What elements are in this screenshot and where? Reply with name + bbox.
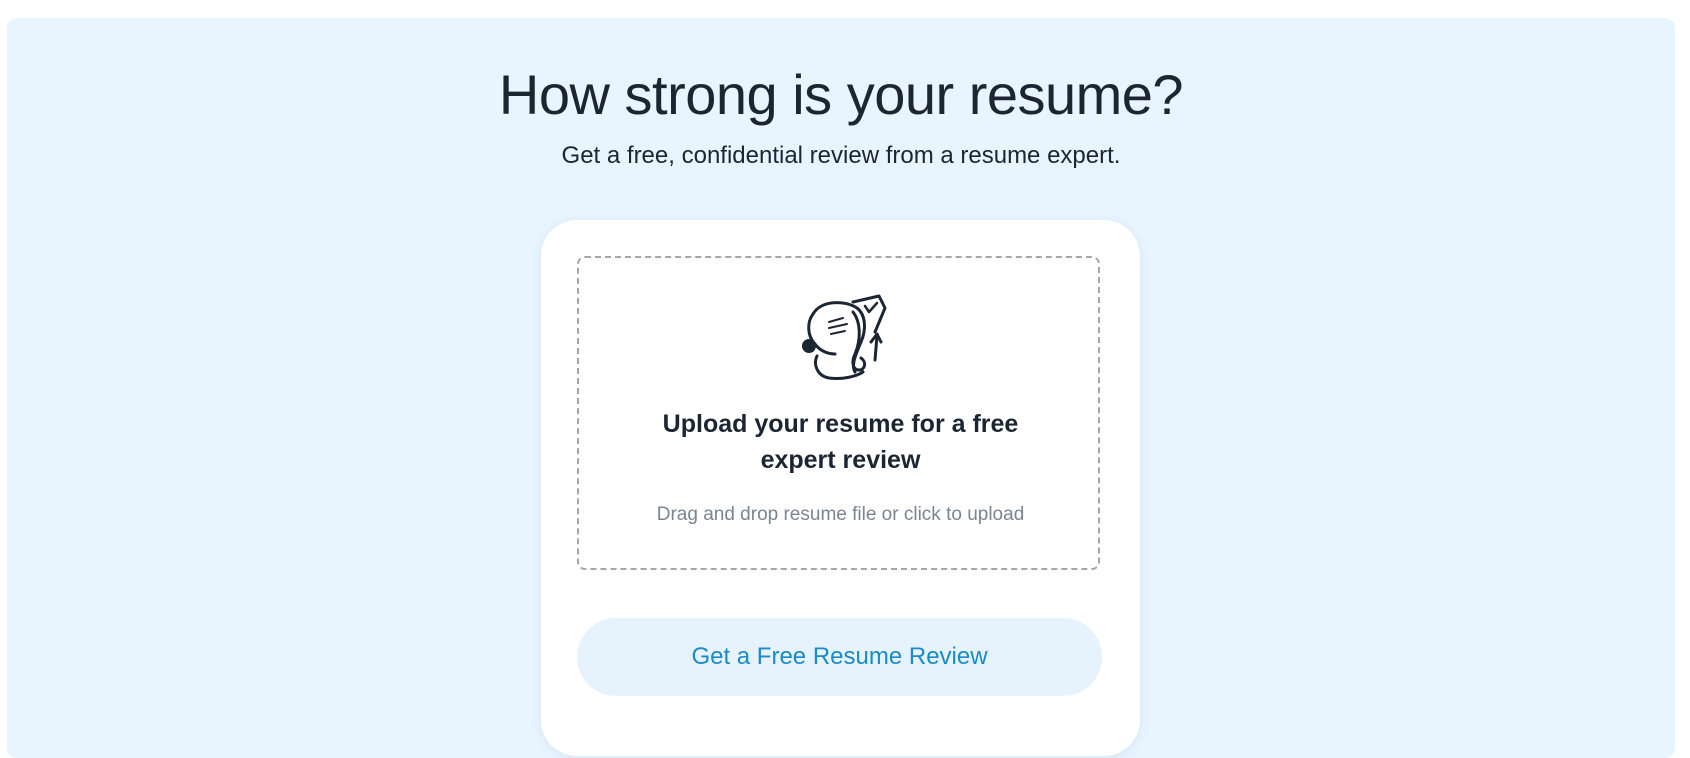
- get-free-review-button[interactable]: Get a Free Resume Review: [577, 618, 1102, 696]
- dropzone-title-line-2: expert review: [760, 446, 921, 474]
- resume-dropzone[interactable]: Upload your resume for a free expert rev…: [577, 256, 1100, 570]
- dropzone-title-line-1: Upload your resume for a free: [662, 410, 1019, 438]
- dropzone-hint: Drag and drop resume file or click to up…: [656, 504, 1025, 525]
- resume-review-section: How strong is your resume? Get a free, c…: [7, 18, 1675, 758]
- page-subtitle: Get a free, confidential review from a r…: [561, 142, 1121, 169]
- resume-upload-icon: [802, 294, 887, 380]
- dropzone-title: Upload your resume for a free expert rev…: [579, 406, 1102, 478]
- upload-card: Upload your resume for a free expert rev…: [541, 220, 1140, 756]
- page-title: How strong is your resume?: [498, 63, 1184, 126]
